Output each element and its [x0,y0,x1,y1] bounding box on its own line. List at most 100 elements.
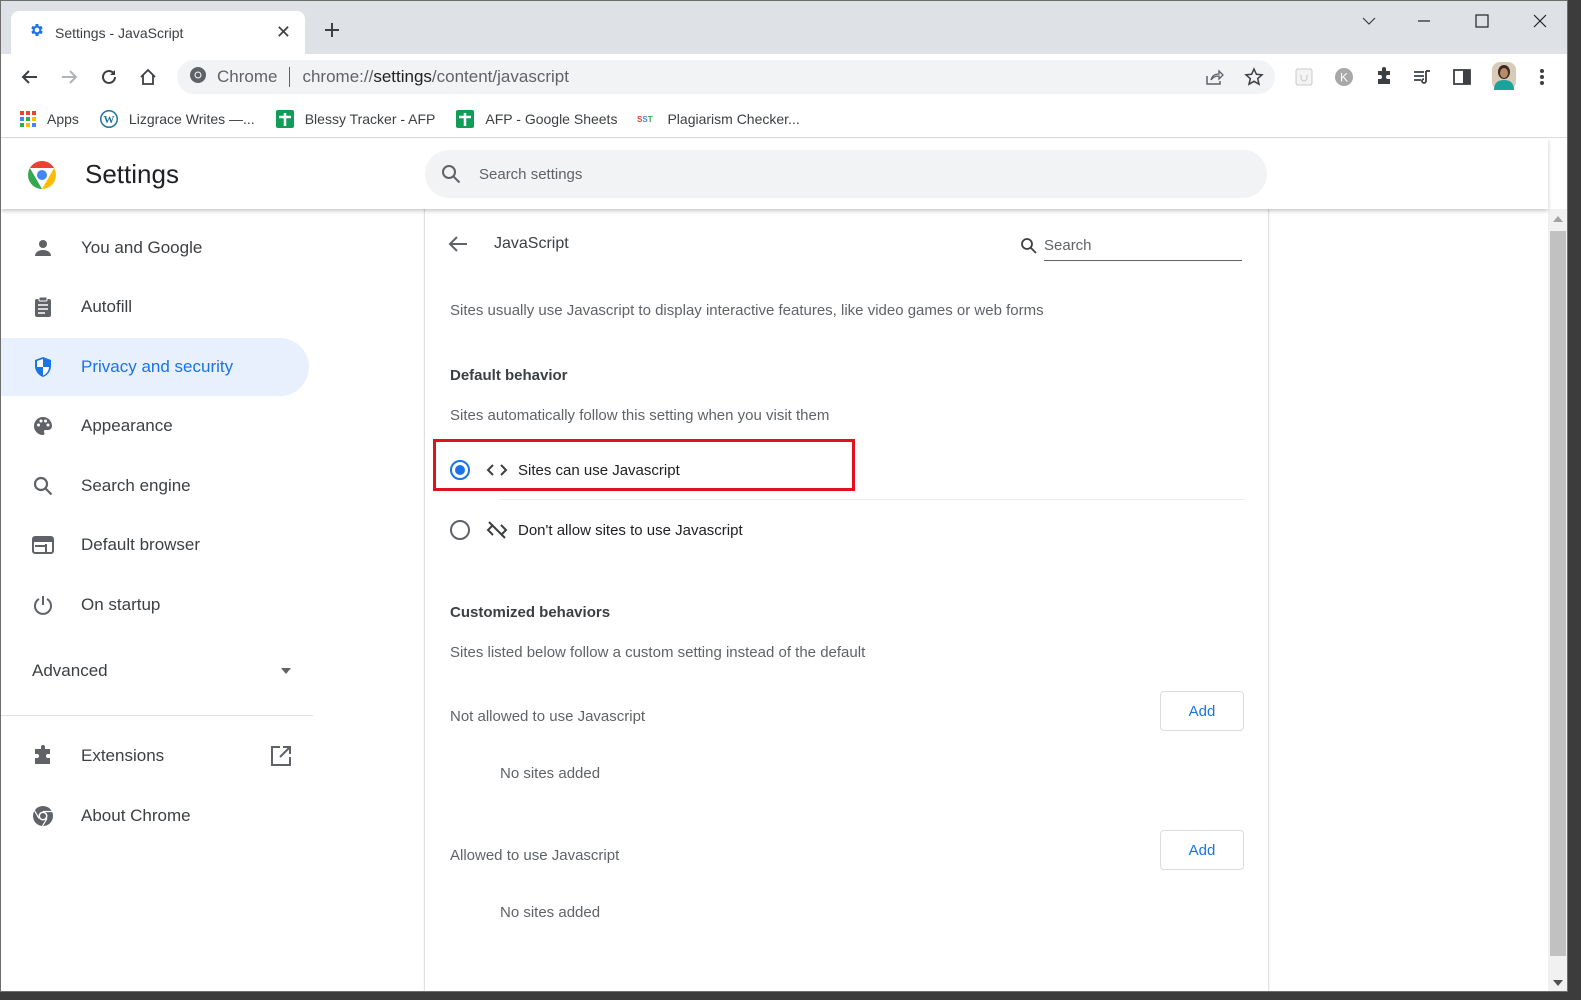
chrome-logo-icon [33,806,53,827]
side-panel-button[interactable] [1449,64,1475,90]
toolbar: Chrome chrome://settings/content/javascr… [1,54,1567,100]
url-path: /content/javascript [431,67,569,86]
option-label: Don't allow sites to use Javascript [518,521,743,539]
sidebar-item-privacy-and-security[interactable]: Privacy and security [1,338,309,396]
not-allowed-label: Not allowed to use Javascript [450,708,646,725]
media-controls-button[interactable] [1409,64,1435,90]
palette-icon [34,417,52,435]
tab-search-button[interactable] [1346,7,1392,35]
google-sheets-icon [456,109,475,128]
search-icon [1021,238,1037,254]
bookmark-apps[interactable]: Apps [19,110,79,128]
scrollbar-thumb[interactable] [1550,231,1566,956]
bookmark-label: Apps [47,110,79,127]
scroll-up-button[interactable] [1548,209,1567,229]
back-arrow-button[interactable] [447,233,471,257]
sidebar-advanced-toggle[interactable]: Advanced [32,661,292,681]
open-in-new-icon [270,745,292,772]
chrome-menu-button[interactable] [1529,64,1555,90]
address-bar[interactable]: Chrome chrome://settings/content/javascr… [177,60,1275,94]
scroll-down-button[interactable] [1548,973,1567,991]
svg-text:K: K [1340,71,1348,85]
arrow-left-icon [21,70,37,84]
search-icon [33,476,53,496]
not-allowed-empty-text: No sites added [500,765,601,782]
search-settings-input[interactable] [479,165,1179,183]
radio-allow-javascript[interactable]: Sites can use Javascript [450,445,1244,495]
sidebar-divider [1,715,313,716]
plus-icon [325,23,339,37]
close-window-button[interactable] [1517,7,1563,35]
settings-title: Settings [85,159,179,189]
minimize-button[interactable] [1401,7,1447,35]
sidebar-item-you-and-google[interactable]: You and Google [1,219,309,277]
radio-button-selected[interactable] [450,460,470,480]
sidebar-item-search-engine[interactable]: Search engine [1,457,309,515]
radio-button-unselected[interactable] [450,520,470,540]
maximize-button[interactable] [1459,7,1505,35]
sidebar-item-autofill[interactable]: Autofill [1,278,309,336]
sidebar-item-label: On startup [81,595,161,614]
customized-behaviors-description: Sites listed below follow a custom setti… [450,644,866,661]
site-search-input[interactable] [1044,231,1242,261]
sidebar-item-default-browser[interactable]: Default browser [1,516,309,574]
radio-block-javascript[interactable]: Don't allow sites to use Javascript [450,505,1244,555]
customized-behaviors-heading: Customized behaviors [450,604,611,621]
option-divider [500,499,1244,500]
search-settings-box[interactable] [425,150,1267,198]
triangle-up-icon [1553,216,1563,222]
pocket-extension-icon [1295,68,1313,86]
bookmark-star-button[interactable] [1241,64,1267,90]
share-button[interactable] [1201,64,1227,90]
omnibox-separator [289,67,291,87]
bookmark-blessy-tracker[interactable]: Blessy Tracker - AFP [275,109,435,129]
add-allowed-site-button[interactable]: Add [1160,830,1244,870]
add-not-allowed-site-button[interactable]: Add [1160,691,1244,731]
sidebar-item-extensions[interactable]: Extensions [1,727,313,785]
person-icon [35,240,51,256]
tab-settings-javascript[interactable]: Settings - JavaScript ✕ [11,11,305,54]
power-icon [34,596,52,615]
bookmark-plagiarism-checker[interactable]: SST Plagiarism Checker... [637,111,799,127]
puzzle-icon [35,745,50,764]
profile-avatar-button[interactable] [1489,60,1519,92]
page-description: Sites usually use Javascript to display … [450,302,1044,319]
reload-icon [102,69,116,84]
javascript-settings-card: JavaScript Sites usually use Javascript … [424,209,1269,991]
forward-button[interactable] [54,62,84,92]
bookmark-lizgrace-writes[interactable]: W Lizgrace Writes —... [99,109,255,129]
sidebar-item-label: Search engine [81,476,191,495]
bookmark-label: Plagiarism Checker... [667,110,800,127]
bookmark-afp-google-sheets[interactable]: AFP - Google Sheets [455,109,617,129]
bookmark-label: AFP - Google Sheets [485,110,618,127]
minimize-icon [1418,20,1430,22]
sidebar-item-appearance[interactable]: Appearance [1,397,309,455]
reload-button[interactable] [94,62,124,92]
extensions-button[interactable] [1371,64,1397,90]
code-off-icon [486,519,508,541]
close-icon [1533,14,1547,28]
extension-k-button[interactable]: K [1331,64,1357,90]
maximize-icon [1475,14,1489,28]
extension-pocket-button[interactable] [1291,64,1317,90]
default-behavior-heading: Default behavior [450,367,568,384]
close-tab-icon[interactable]: ✕ [276,22,291,43]
shield-icon [35,357,51,377]
google-sheets-icon [275,109,294,128]
home-button[interactable] [133,62,163,92]
allowed-label: Allowed to use Javascript [450,847,620,864]
sidebar-item-about-chrome[interactable]: About Chrome [1,787,309,845]
new-tab-button[interactable] [323,17,341,47]
star-icon [1244,67,1264,86]
site-search-box[interactable] [1020,231,1244,261]
arrow-left-icon [448,236,467,252]
chrome-logo-icon [27,160,57,195]
sidebar-item-label: Extensions [81,746,165,765]
option-label: Sites can use Javascript [518,461,680,479]
back-button[interactable] [15,62,45,92]
page-scrollbar[interactable] [1548,209,1567,991]
sidebar-item-label: About Chrome [81,806,191,825]
bookmarks-bar: Apps W Lizgrace Writes —... Blessy Track… [1,100,1567,138]
sidebar-item-on-startup[interactable]: On startup [1,576,309,634]
chevron-down-icon [1362,17,1376,25]
